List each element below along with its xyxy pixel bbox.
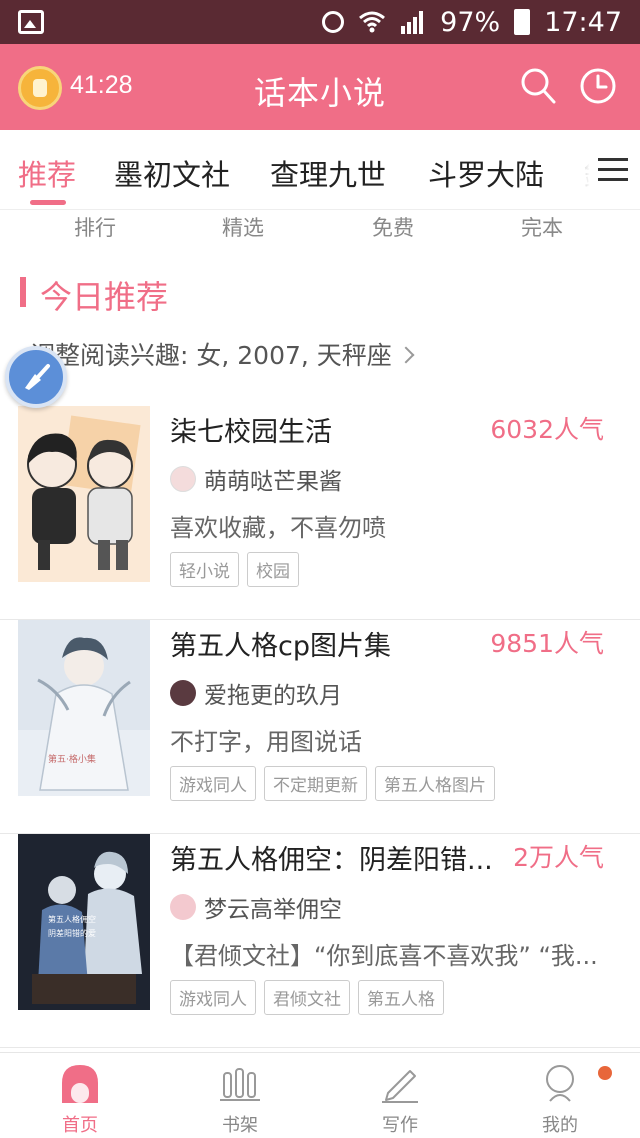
nav-home[interactable]: 首页 — [0, 1053, 160, 1138]
tag[interactable]: 君倾文社 — [264, 980, 350, 1015]
nav-write-label: 写作 — [382, 1115, 418, 1136]
active-tab-indicator — [30, 200, 66, 205]
home-icon — [62, 1065, 98, 1103]
author-name: 爱拖更的玖月 — [204, 683, 342, 709]
nav-me[interactable]: 我的 — [480, 1053, 640, 1138]
tag[interactable]: 校园 — [247, 552, 299, 587]
tab-mochu-wenshe[interactable]: 墨初文社 — [114, 152, 230, 194]
status-icons: 97% 17:47 — [322, 6, 622, 38]
tab-chali-jiushi[interactable]: 查理九世 — [270, 152, 386, 194]
nav-bookshelf[interactable]: 书架 — [160, 1053, 320, 1138]
history-clock-icon[interactable] — [578, 66, 618, 106]
alarm-icon — [322, 11, 345, 33]
tag[interactable]: 游戏同人 — [170, 980, 256, 1015]
tag-list: 游戏同人 君倾文社 第五人格 — [170, 980, 444, 1015]
battery-percent: 97% — [440, 6, 501, 38]
tab-recommend[interactable]: 推荐 — [18, 152, 76, 194]
tab-douluo-dalu[interactable]: 斗罗大陆 — [428, 152, 544, 194]
author-name: 梦云高举佣空 — [204, 897, 342, 923]
avatar — [170, 466, 196, 492]
tab-menu-button[interactable] — [568, 130, 640, 208]
app-header: 41:28 话本小说 — [0, 44, 640, 130]
nav-me-label: 我的 — [542, 1115, 578, 1136]
bottom-navigation: 首页 书架 写作 我的 — [0, 1052, 640, 1138]
subnav-ranking[interactable]: 排行 — [74, 212, 116, 242]
tag[interactable]: 轻小说 — [170, 552, 239, 587]
section-title: 今日推荐 — [40, 278, 169, 316]
status-bar: 97% 17:47 — [0, 0, 640, 44]
book-popularity: 6032人气 — [490, 415, 604, 444]
category-tabs: 推荐 墨初文社 查理九世 斗罗大陆 鎢 — [0, 130, 640, 210]
sub-navigation: 排行 精选 免费 完本 — [0, 210, 640, 250]
tag-list: 游戏同人 不定期更新 第五人格图片 — [170, 766, 495, 801]
avatar — [170, 894, 196, 920]
gallery-notification-icon — [18, 10, 44, 34]
tag-list: 轻小说 校园 — [170, 552, 299, 587]
svg-text:第五人格佣空: 第五人格佣空 — [48, 914, 96, 924]
menu-icon — [598, 158, 628, 182]
book-popularity: 2万人气 — [513, 843, 604, 872]
tag[interactable]: 游戏同人 — [170, 766, 256, 801]
notification-dot — [598, 1066, 612, 1080]
author-row[interactable]: 梦云高举佣空 — [170, 892, 342, 923]
clean-floating-button[interactable] — [5, 346, 67, 408]
tag[interactable]: 第五人格 — [358, 980, 444, 1015]
chevron-right-icon — [397, 346, 415, 364]
book-item[interactable]: 柒七校园生活 6032人气 萌萌哒芒果酱 喜欢收藏，不喜勿喷 轻小说 校园 — [0, 406, 640, 620]
book-cover: 第五·格小集 — [18, 620, 150, 796]
tag[interactable]: 第五人格图片 — [375, 766, 495, 801]
wifi-icon — [359, 11, 386, 33]
book-title[interactable]: 柒七校园生活 — [170, 410, 500, 449]
subnav-free[interactable]: 免费 — [372, 212, 414, 242]
book-popularity: 9851人气 — [490, 629, 604, 658]
user-icon — [546, 1065, 574, 1102]
battery-icon — [514, 9, 531, 35]
nav-write[interactable]: 写作 — [320, 1053, 480, 1138]
book-item[interactable]: 第五·格小集 第五人格cp图片集 9851人气 爱拖更的玖月 不打字，用图说话 … — [0, 620, 640, 834]
book-cover: 第五人格佣空 阴差阳错的爱 — [18, 834, 150, 1010]
bookshelf-icon — [220, 1068, 260, 1101]
avatar — [170, 680, 196, 706]
nav-bookshelf-label: 书架 — [222, 1115, 258, 1136]
search-icon[interactable] — [520, 66, 556, 106]
clock: 17:47 — [544, 6, 622, 38]
book-item[interactable]: 第五人格佣空 阴差阳错的爱 第五人格佣空：阴差阳错... 2万人气 梦云高举佣空… — [0, 834, 640, 1048]
subnav-completed[interactable]: 完本 — [521, 212, 563, 242]
svg-text:第五·格小集: 第五·格小集 — [48, 753, 96, 765]
subnav-featured[interactable]: 精选 — [222, 212, 264, 242]
author-row[interactable]: 萌萌哒芒果酱 — [170, 464, 342, 495]
author-name: 萌萌哒芒果酱 — [204, 469, 342, 495]
svg-text:阴差阳错的爱: 阴差阳错的爱 — [48, 928, 96, 938]
book-title[interactable]: 第五人格cp图片集 — [170, 624, 500, 663]
book-description: 【君倾文社】“你到底喜不喜欢我” “我... — [170, 942, 598, 970]
nav-home-label: 首页 — [62, 1115, 98, 1136]
book-cover — [18, 406, 150, 582]
adjust-interest-link[interactable]: 调整阅读兴趣: 女, 2007, 天秤座 — [30, 336, 415, 372]
interest-text: 调整阅读兴趣: 女, 2007, 天秤座 — [30, 341, 392, 370]
book-description: 不打字，用图说话 — [170, 728, 362, 756]
section-marker — [20, 277, 26, 307]
author-row[interactable]: 爱拖更的玖月 — [170, 678, 342, 709]
tag[interactable]: 不定期更新 — [264, 766, 367, 801]
book-description: 喜欢收藏，不喜勿喷 — [170, 514, 386, 542]
pencil-icon — [382, 1070, 418, 1103]
book-title[interactable]: 第五人格佣空：阴差阳错... — [170, 838, 500, 877]
signal-icon — [401, 11, 424, 34]
broom-icon — [25, 364, 50, 390]
